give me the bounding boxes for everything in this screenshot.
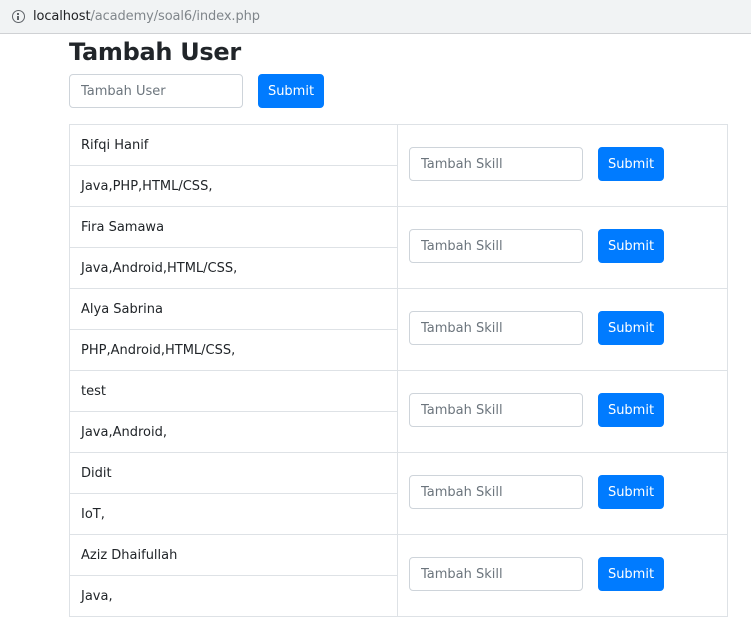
user-name: Aziz Dhaifullah (69, 534, 398, 576)
user-name: Didit (69, 452, 398, 494)
user-name: Rifqi Hanif (69, 124, 398, 166)
add-skill-cell: Submit (397, 124, 728, 207)
user-skills: IoT, (69, 493, 398, 535)
add-skill-submit-button[interactable]: Submit (598, 229, 664, 263)
user-skills: Java, (69, 575, 398, 617)
user-name: test (69, 370, 398, 412)
user-name: Alya Sabrina (69, 288, 398, 330)
add-skill-submit-button[interactable]: Submit (598, 475, 664, 509)
add-skill-input[interactable] (409, 393, 583, 427)
add-skill-input[interactable] (409, 147, 583, 181)
add-skill-cell: Submit (397, 370, 728, 453)
url-text[interactable]: localhost/academy/soal6/index.php (33, 9, 260, 24)
url-host: localhost (33, 9, 91, 24)
add-skill-input[interactable] (409, 229, 583, 263)
user-row: test Submit (69, 370, 728, 453)
add-skill-cell: Submit (397, 206, 728, 289)
user-name: Fira Samawa (69, 206, 398, 248)
add-skill-input[interactable] (409, 475, 583, 509)
add-skill-input[interactable] (409, 557, 583, 591)
add-skill-input[interactable] (409, 311, 583, 345)
user-row: Fira Samawa Submit (69, 206, 728, 289)
url-box[interactable]: localhost/academy/soal6/index.php (4, 3, 751, 30)
user-skills: Java,Android, (69, 411, 398, 453)
add-skill-submit-button[interactable]: Submit (598, 311, 664, 345)
add-skill-submit-button[interactable]: Submit (598, 147, 664, 181)
add-skill-cell: Submit (397, 534, 728, 617)
browser-address-bar: localhost/academy/soal6/index.php (0, 0, 751, 34)
user-row: Alya Sabrina Submit (69, 288, 728, 371)
user-table-body: Rifqi Hanif Submit Java,PHP,HTML/CSS,Fira … (69, 124, 728, 617)
user-row: Aziz Dhaifullah Submit (69, 534, 728, 617)
add-user-submit-button[interactable]: Submit (258, 74, 324, 108)
user-skills: Java,PHP,HTML/CSS, (69, 165, 398, 207)
user-row: Rifqi Hanif Submit (69, 124, 728, 207)
page-title: Tambah User (69, 38, 241, 66)
user-skills: Java,Android,HTML/CSS, (69, 247, 398, 289)
add-skill-submit-button[interactable]: Submit (598, 393, 664, 427)
add-skill-cell: Submit (397, 288, 728, 371)
url-path: /academy/soal6/index.php (90, 9, 260, 24)
add-skill-submit-button[interactable]: Submit (598, 557, 664, 591)
user-table: Rifqi Hanif Submit Java,PHP,HTML/CSS,Fira … (69, 124, 728, 617)
add-user-input[interactable] (69, 74, 243, 108)
add-skill-cell: Submit (397, 452, 728, 535)
user-row: Didit Submit (69, 452, 728, 535)
user-skills: PHP,Android,HTML/CSS, (69, 329, 398, 371)
info-icon[interactable] (12, 10, 25, 23)
